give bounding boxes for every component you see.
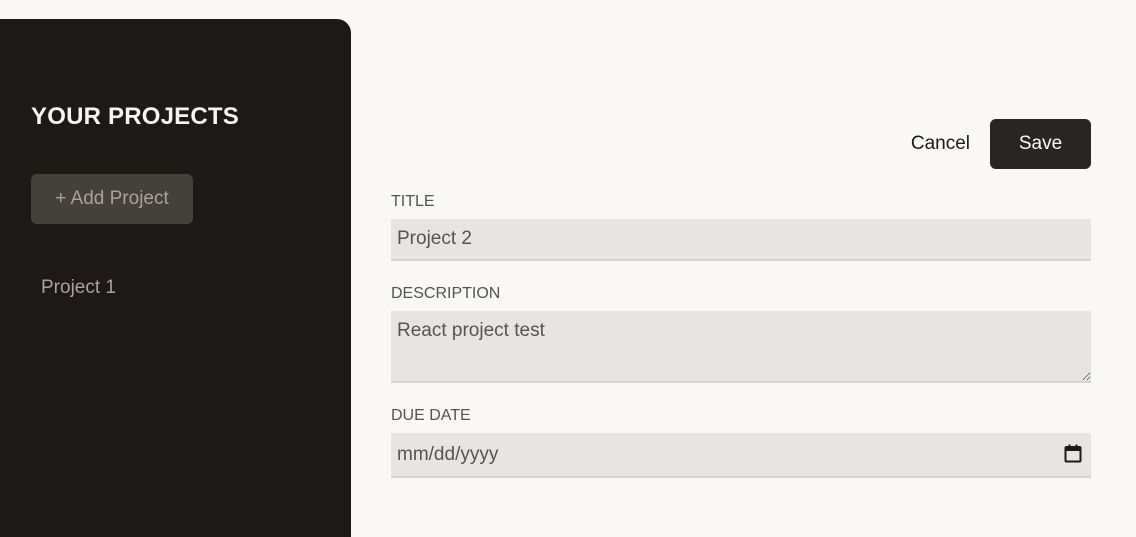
description-input[interactable]: React project test	[391, 311, 1091, 383]
due-date-input[interactable]: mm/dd/yyyy	[391, 433, 1091, 478]
sidebar: YOUR PROJECTS + Add Project Project 1	[0, 19, 351, 537]
description-label: Description	[391, 285, 501, 302]
sidebar-item-project-1[interactable]: Project 1	[31, 269, 126, 307]
app: YOUR PROJECTS + Add Project Project 1 Ca…	[0, 0, 1136, 537]
due-date-placeholder: mm/dd/yyyy	[397, 444, 499, 465]
title-input[interactable]	[391, 219, 1091, 261]
title-label: Title	[391, 193, 435, 210]
save-button[interactable]: Save	[990, 119, 1091, 169]
project-list: Project 1	[31, 269, 126, 307]
form-actions: Cancel Save	[911, 119, 1091, 169]
sidebar-title: YOUR PROJECTS	[31, 103, 239, 130]
due-date-label: Due Date	[391, 407, 471, 424]
cancel-button[interactable]: Cancel	[911, 133, 970, 155]
add-project-button[interactable]: + Add Project	[31, 174, 193, 224]
calendar-icon[interactable]	[1064, 444, 1082, 463]
